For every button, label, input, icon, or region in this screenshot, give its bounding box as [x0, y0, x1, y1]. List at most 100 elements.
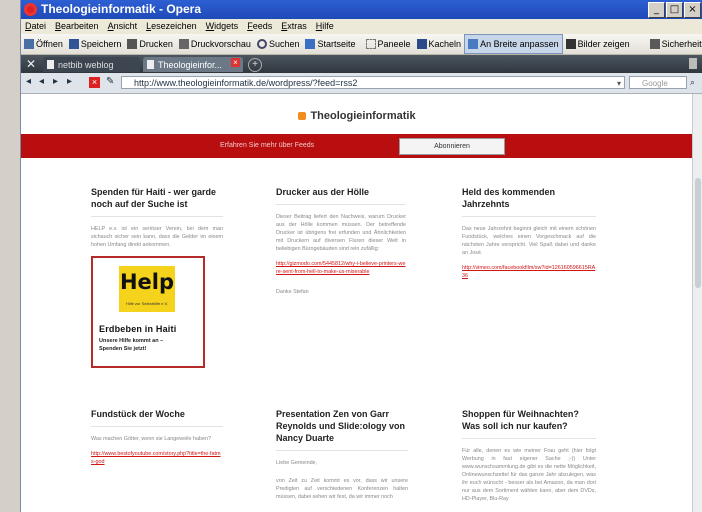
post-title[interactable]: Shoppen für Weihnachten? Was soll ich nu… — [462, 408, 596, 432]
search-go-icon[interactable]: ⌕ — [690, 77, 695, 88]
panels-icon — [365, 39, 376, 49]
menu-datei[interactable]: Datei — [21, 19, 51, 34]
tab-netbib-weblog[interactable]: netbib weblog — [43, 57, 140, 72]
post-text: Dieser Beitrag liefert den Nachweis, war… — [276, 214, 406, 252]
panels-label: Paneele — [377, 39, 411, 49]
home-label: Startseite — [317, 39, 356, 49]
post-title[interactable]: Drucker aus der Hölle — [276, 186, 406, 198]
post-signature: Danke Stefan — [276, 289, 309, 295]
show-images-button[interactable]: Bilder zeigen — [563, 35, 633, 53]
subscribe-button[interactable]: Abonnieren — [399, 138, 505, 155]
print-preview-icon — [178, 39, 189, 49]
post-divider — [462, 216, 596, 217]
post-text: Für alle, denen es wie meiner Frau geht … — [462, 448, 596, 502]
security-icon — [649, 39, 660, 49]
post-held: Held des kommenden Jahrzehnts Das neue J… — [462, 186, 596, 292]
security-button[interactable]: Sicherheit — [647, 35, 702, 53]
vertical-scrollbar[interactable] — [692, 94, 702, 512]
url-dropdown-icon[interactable]: ▾ — [617, 77, 621, 90]
rss-icon — [298, 112, 307, 120]
trash-icon[interactable] — [689, 58, 697, 69]
forward-icon[interactable]: ▸ — [53, 76, 58, 87]
feed-info-link[interactable]: Erfahren Sie mehr über Feeds — [220, 142, 314, 149]
panels-button[interactable]: Paneele — [363, 35, 414, 53]
menu-feeds[interactable]: Feeds — [243, 19, 277, 34]
tile-button[interactable]: Kacheln — [414, 35, 465, 53]
tab-label: netbib weblog — [58, 59, 114, 70]
find-button[interactable]: Suchen — [254, 35, 303, 53]
menu-ansicht[interactable]: Ansicht — [104, 19, 143, 34]
tile-label: Kacheln — [428, 39, 462, 49]
fit-width-icon — [468, 39, 479, 49]
post-link[interactable]: http://gizmodo.com/5445812/why-i-believe… — [276, 260, 406, 276]
search-icon — [256, 39, 267, 49]
post-drucker: Drucker aus der Hölle Dieser Beitrag lie… — [276, 186, 406, 303]
main-toolbar: Öffnen Speichern Drucken Druckvorschau S… — [21, 34, 702, 55]
folder-icon — [24, 39, 34, 49]
post-title[interactable]: Held des kommenden Jahrzehnts — [462, 186, 596, 210]
security-label: Sicherheit — [661, 39, 702, 49]
scrollbar-thumb[interactable] — [695, 178, 701, 288]
close-button[interactable]: × — [684, 2, 701, 18]
menu-widgets[interactable]: Widgets — [202, 19, 244, 34]
fit-width-label: An Breite anpassen — [480, 39, 559, 49]
post-divider — [276, 204, 406, 205]
url-text: http://www.theologieinformatik.de/wordpr… — [134, 78, 358, 88]
home-icon — [305, 39, 316, 49]
print-button[interactable]: Drucken — [124, 35, 176, 53]
post-divider — [462, 438, 596, 439]
tab-label: Theologieinfor... — [158, 59, 223, 70]
print-icon — [127, 39, 138, 49]
post-title[interactable]: Fundstück der Woche — [91, 408, 223, 420]
post-haiti: Spenden für Haiti - wer garde noch auf d… — [91, 186, 223, 368]
help-banner[interactable]: Help Hilfe zur Selbsthilfe e.V. Erdbeben… — [91, 256, 205, 368]
window-controls: _ □ × — [648, 2, 701, 18]
search-input[interactable]: Google — [629, 76, 687, 89]
edit-icon[interactable]: ✎ — [106, 76, 114, 87]
print-label: Drucken — [139, 39, 173, 49]
save-icon — [68, 39, 79, 49]
post-title[interactable]: Presentation Zen von Garr Reynolds und S… — [276, 408, 408, 444]
page-icon — [47, 60, 54, 69]
post-presentation-zen: Presentation Zen von Garr Reynolds und S… — [276, 408, 408, 508]
post-divider — [91, 216, 223, 217]
tab-theologieinformatik[interactable]: Theologieinfor... × — [143, 57, 243, 72]
maximize-button[interactable]: □ — [666, 2, 683, 18]
minimize-button[interactable]: _ — [648, 2, 665, 18]
menu-extras[interactable]: Extras — [277, 19, 312, 34]
feed-bar: Erfahren Sie mehr über Feeds Abonnieren — [21, 134, 693, 158]
help-logo-word: Help — [119, 270, 175, 294]
post-text: Liebe Gemeinde, — [276, 460, 318, 466]
search-placeholder: Google — [642, 79, 668, 88]
post-text: von Zeit zu Zeit kommt es vor, dass wir … — [276, 478, 408, 500]
tab-close-icon[interactable]: × — [231, 58, 240, 67]
home-button[interactable]: Startseite — [302, 35, 358, 53]
back-start-icon[interactable]: ◂ — [26, 76, 31, 87]
url-input[interactable]: http://www.theologieinformatik.de/wordpr… — [121, 76, 625, 89]
post-link[interactable]: http://www.bestofyoutube.com/story.php?t… — [91, 450, 223, 466]
save-label: Speichern — [80, 39, 122, 49]
fast-forward-icon[interactable]: ▸ — [67, 76, 72, 87]
images-icon — [565, 39, 576, 49]
post-fundstueck: Fundstück der Woche Was machen Götter, w… — [91, 408, 223, 478]
post-title[interactable]: Spenden für Haiti - wer garde noch auf d… — [91, 186, 223, 210]
print-preview-button[interactable]: Druckvorschau — [176, 35, 254, 53]
new-tab-button[interactable]: + — [248, 58, 262, 72]
help-headline: Erdbeben in Haiti — [99, 324, 177, 334]
opera-logo-icon — [24, 3, 37, 16]
help-logo-sub: Hilfe zur Selbsthilfe e.V. — [125, 301, 169, 306]
page-content: Theologieinformatik Erfahren Sie mehr üb… — [21, 94, 693, 512]
post-text: HELP e.v. ist ein seriöser Verein, bei d… — [91, 226, 223, 248]
menu-hilfe[interactable]: Hilfe — [312, 19, 339, 34]
back-icon[interactable]: ◂ — [39, 76, 44, 87]
fit-width-button[interactable]: An Breite anpassen — [464, 34, 563, 54]
save-button[interactable]: Speichern — [66, 35, 125, 53]
menu-lesezeichen[interactable]: Lesezeichen — [142, 19, 202, 34]
open-button[interactable]: Öffnen — [21, 35, 66, 53]
address-bar: ◂ ◂ ▸ ▸ × ✎ http://www.theologieinformat… — [21, 73, 702, 94]
post-link[interactable]: http://vimeo.com/facebookfilm/sw?id=1261… — [462, 264, 596, 280]
post-divider — [91, 426, 223, 427]
menu-bearbeiten[interactable]: Bearbeiten — [51, 19, 104, 34]
stop-icon[interactable]: × — [89, 77, 100, 88]
close-tab-icon[interactable]: ✕ — [26, 57, 36, 71]
